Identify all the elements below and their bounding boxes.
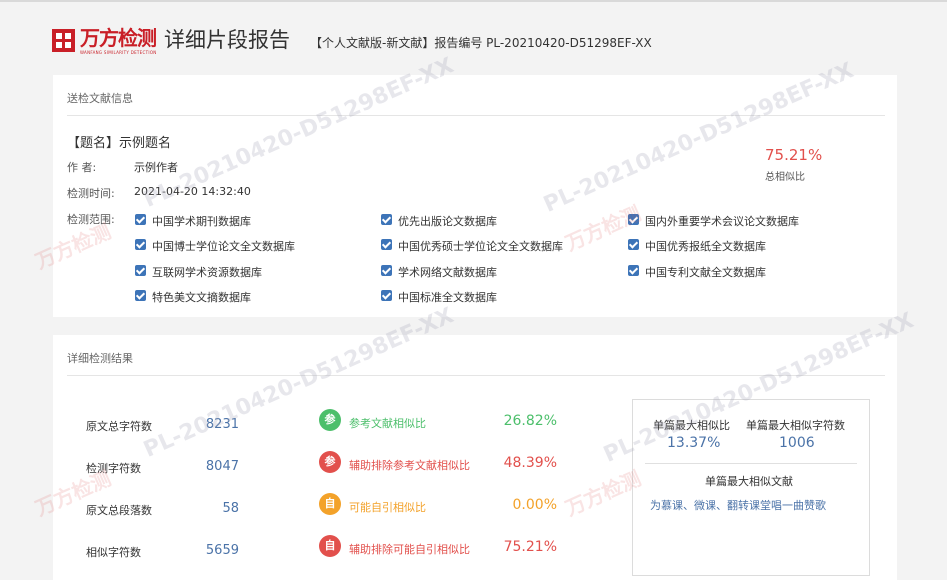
stat-value: 8047 <box>205 459 239 474</box>
stat-value: 5659 <box>205 543 239 558</box>
db-checkbox[interactable] <box>628 265 639 276</box>
db-checkbox[interactable] <box>628 239 639 250</box>
db-checkbox[interactable] <box>135 214 146 225</box>
metric-label: 辅助排除参考文献相似比 <box>349 459 470 472</box>
max-chars-label: 单篇最大相似字符数 <box>746 419 845 432</box>
top-border <box>0 0 947 2</box>
db-label: 中国专利文献全文数据库 <box>645 266 766 279</box>
scope-label: 检测范围: <box>67 213 115 226</box>
detection-results-panel: 详细检测结果 原文总字符数 8231 检测字符数 8047 原文总段落数 58 … <box>53 335 897 580</box>
self-cite-badge-icon: 自 <box>319 535 341 557</box>
wanfang-logo-icon <box>52 29 75 52</box>
db-label: 互联网学术资源数据库 <box>152 266 262 279</box>
metric-value: 75.21% <box>503 539 557 555</box>
db-label: 中国标准全文数据库 <box>398 291 497 304</box>
total-similarity-value: 75.21% <box>765 146 823 164</box>
db-label: 特色美文文摘数据库 <box>152 291 251 304</box>
db-checkbox[interactable] <box>135 265 146 276</box>
single-doc-summary-box: 单篇最大相似比 13.37% 单篇最大相似字符数 1006 单篇最大相似文献 为… <box>632 399 870 576</box>
db-checkbox[interactable] <box>135 239 146 250</box>
section-title-doc-info: 送检文献信息 <box>67 92 133 105</box>
db-label: 中国优秀硕士学位论文全文数据库 <box>398 240 563 253</box>
reference-badge-icon: 参 <box>319 451 341 473</box>
stat-label: 检测字符数 <box>86 462 141 475</box>
section-title-results: 详细检测结果 <box>67 352 133 365</box>
max-ratio-value: 13.37% <box>667 435 721 451</box>
db-checkbox[interactable] <box>381 239 392 250</box>
author-value: 示例作者 <box>134 161 178 174</box>
max-doc-label: 单篇最大相似文献 <box>705 475 793 488</box>
author-label: 作 者: <box>67 161 97 174</box>
stat-label: 相似字符数 <box>86 546 141 559</box>
self-cite-badge-icon: 自 <box>319 493 341 515</box>
metric-label: 参考文献相似比 <box>349 417 426 430</box>
document-info-panel: 送检文献信息 【题名】示例题名 作 者: 示例作者 检测时间: 2021-04-… <box>53 75 897 317</box>
db-label: 学术网络文献数据库 <box>398 266 497 279</box>
stat-label: 原文总字符数 <box>86 420 152 433</box>
title-label: 【题名】 <box>67 136 120 151</box>
metric-value: 48.39% <box>503 455 557 471</box>
metric-label: 可能自引相似比 <box>349 501 426 514</box>
divider <box>67 115 885 116</box>
divider <box>67 375 885 376</box>
db-label: 优先出版论文数据库 <box>398 215 497 228</box>
db-checkbox[interactable] <box>381 290 392 301</box>
max-chars-value: 1006 <box>779 435 815 451</box>
report-header: 万方检测 WANFANG SIMILARITY DETECTION 详细片段报告… <box>52 26 932 58</box>
logo-subtext: WANFANG SIMILARITY DETECTION <box>80 50 157 55</box>
stat-value: 58 <box>222 501 239 516</box>
db-checkbox[interactable] <box>135 290 146 301</box>
time-value: 2021-04-20 14:32:40 <box>134 185 251 198</box>
db-checkbox[interactable] <box>381 265 392 276</box>
db-label: 中国学术期刊数据库 <box>152 215 251 228</box>
report-meta: 【个人文献版-新文献】报告编号 PL-20210420-D51298EF-XX <box>310 36 652 50</box>
logo-text: 万方检测 <box>80 26 157 50</box>
db-label: 中国博士学位论文全文数据库 <box>152 240 295 253</box>
title-row: 【题名】示例题名 <box>67 132 171 151</box>
db-label: 中国优秀报纸全文数据库 <box>645 240 766 253</box>
time-label: 检测时间: <box>67 187 115 200</box>
reference-badge-icon: 参 <box>319 409 341 431</box>
db-checkbox[interactable] <box>628 214 639 225</box>
db-checkbox[interactable] <box>381 214 392 225</box>
title-value: 示例题名 <box>119 136 172 151</box>
stat-value: 8231 <box>205 417 239 432</box>
stat-label: 原文总段落数 <box>86 504 152 517</box>
total-similarity-label: 总相似比 <box>765 172 805 183</box>
divider <box>645 463 857 464</box>
db-label: 国内外重要学术会议论文数据库 <box>645 215 799 228</box>
max-ratio-label: 单篇最大相似比 <box>653 419 730 432</box>
metric-label: 辅助排除可能自引相似比 <box>349 543 470 556</box>
metric-value: 26.82% <box>503 413 557 429</box>
page-title: 详细片段报告 <box>164 28 290 52</box>
max-doc-link[interactable]: 为慕课、微课、翻转课堂唱一曲赞歌 <box>650 497 826 513</box>
metric-value: 0.00% <box>512 497 557 513</box>
